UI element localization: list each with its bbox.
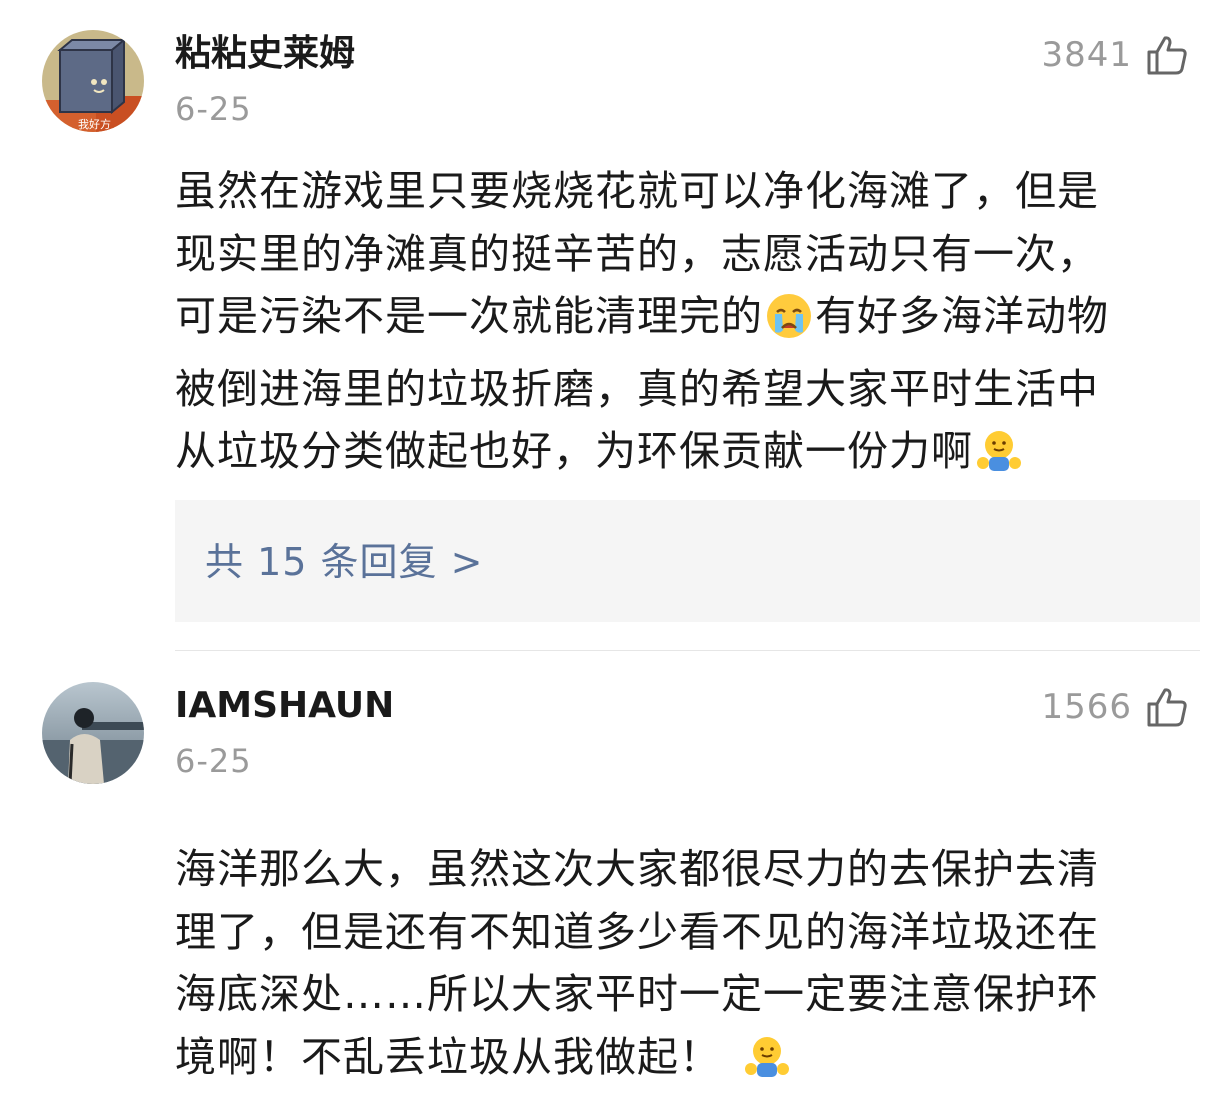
comment-line: 海洋那么大，虽然这次大家都很尽力的去保护去清 <box>175 845 1099 893</box>
comment-text: 海洋那么大，虽然这次大家都很尽力的去保护去清 理了，但是还有不知道多少看不见的海… <box>175 838 1205 1098</box>
crying-emoji <box>765 292 813 358</box>
comment-line: 从垃圾分类做起也好，为环保贡献一份力啊 <box>175 420 1205 493</box>
comment-line-part: 有好多海洋动物 <box>815 292 1109 340</box>
avatar-image <box>42 682 144 784</box>
comment-line-part: 可是污染不是一次就能清理完的 <box>175 292 763 340</box>
comment-line: 现实里的净滩真的挺辛苦的，志愿活动只有一次， <box>175 229 1099 278</box>
comment-line: 虽然在游戏里只要烧烧花就可以净化海滩了，但是 <box>175 167 1099 215</box>
comment-item: 我好方 粘粘史莱姆 6-25 3841 虽然在游戏里只要烧烧花就可以净化海滩了，… <box>0 0 1210 651</box>
replies-panel[interactable]: 共 15 条回复 > <box>175 500 1200 622</box>
view-replies-link[interactable]: 共 15 条回复 > <box>205 538 483 586</box>
comment-line: 境啊！不乱丢垃圾从我做起！ <box>175 1026 1205 1099</box>
user-avatar[interactable] <box>42 682 144 784</box>
hug-emoji <box>743 1033 791 1099</box>
comment-line-part: 境啊！不乱丢垃圾从我做起！ <box>175 1032 721 1081</box>
like-button[interactable]: 3841 <box>1041 28 1188 82</box>
username[interactable]: 粘粘史莱姆 <box>175 30 355 78</box>
comment-date: 6-25 <box>175 742 252 780</box>
avatar-image: 我好方 <box>42 30 144 132</box>
like-button[interactable]: 1566 <box>1041 680 1188 734</box>
comment-text: 虽然在游戏里只要烧烧花就可以净化海滩了，但是 现实里的净滩真的挺辛苦的，志愿活动… <box>175 160 1205 493</box>
username[interactable]: IAMSHAUN <box>175 682 394 730</box>
comment-date: 6-25 <box>175 90 252 128</box>
like-count: 1566 <box>1041 687 1132 727</box>
comment-line: 被倒进海里的垃圾折磨，真的希望大家平时生活中 <box>175 364 1099 413</box>
comment-item: IAMSHAUN 6-25 1566 海洋那么大，虽然这次大家都很尽力的去保护去… <box>0 652 1210 1102</box>
comment-line: 可是污染不是一次就能清理完的 有好多海洋动物 <box>175 285 1205 358</box>
user-avatar[interactable]: 我好方 <box>42 30 144 132</box>
thumbs-up-icon[interactable] <box>1146 686 1188 728</box>
like-count: 3841 <box>1041 35 1132 75</box>
thumbs-up-icon[interactable] <box>1146 34 1188 76</box>
avatar-caption: 我好方 <box>78 117 111 131</box>
hug-emoji <box>975 427 1023 493</box>
comment-line: 海底深处……所以大家平时一定一定要注意保护环 <box>175 970 1099 1018</box>
divider <box>175 650 1200 651</box>
comment-line-part: 从垃圾分类做起也好，为环保贡献一份力啊 <box>175 427 973 475</box>
comment-line: 理了，但是还有不知道多少看不见的海洋垃圾还在 <box>175 907 1099 956</box>
